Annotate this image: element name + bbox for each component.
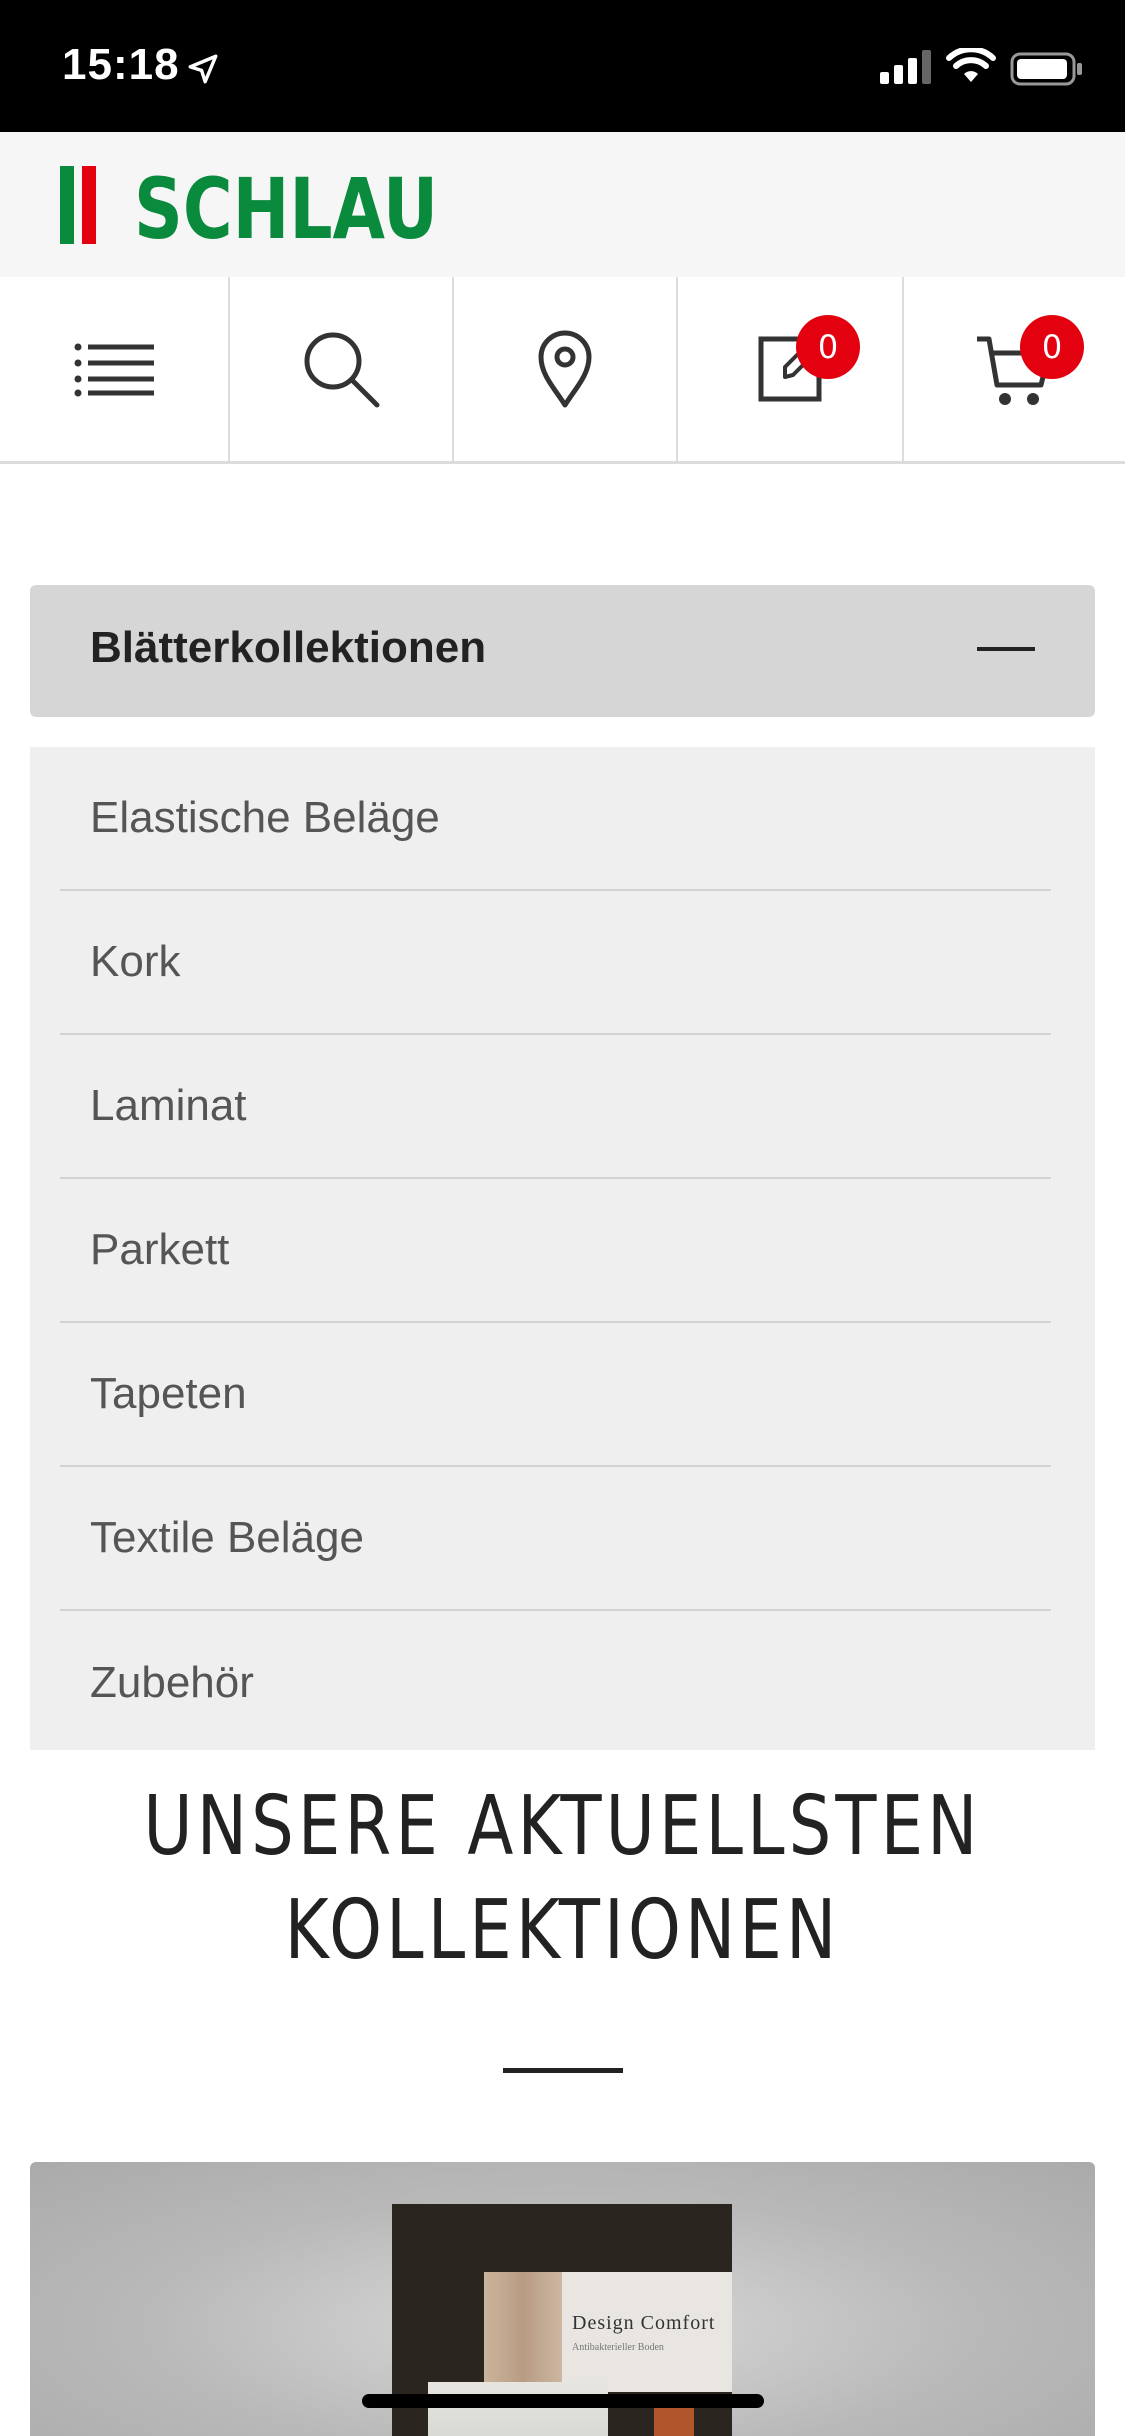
catalog-subtitle: Antibakterieller Boden <box>572 2342 664 2353</box>
store-locator-button[interactable] <box>454 277 678 461</box>
logo-text: SCHLAU <box>134 168 438 244</box>
category-item-kork[interactable]: Kork <box>60 891 1051 1035</box>
category-item-elastische-belaege[interactable]: Elastische Beläge <box>60 747 1051 891</box>
menu-button[interactable] <box>0 277 230 461</box>
location-arrow-icon <box>188 54 218 84</box>
icon-toolbar: 0 0 <box>0 277 1125 464</box>
notepad-badge: 0 <box>796 315 860 379</box>
menu-icon <box>74 343 154 397</box>
battery-icon <box>1010 52 1082 86</box>
cart-badge: 0 <box>1020 315 1084 379</box>
category-item-zubehoer[interactable]: Zubehör <box>60 1611 1051 1755</box>
category-label: Kork <box>90 937 181 986</box>
logo-stripes[interactable] <box>60 166 98 244</box>
category-item-laminat[interactable]: Laminat <box>60 1035 1051 1179</box>
category-label: Textile Beläge <box>90 1513 364 1562</box>
home-indicator[interactable] <box>362 2394 764 2408</box>
section-title-line2: KOLLEKTIONEN <box>284 1883 841 1978</box>
notepad-button[interactable]: 0 <box>678 277 904 461</box>
status-time: 15:18 <box>62 40 180 89</box>
search-button[interactable] <box>230 277 454 461</box>
section-title-line1: UNSERE AKTUELLSTEN <box>143 1779 982 1874</box>
brand-header: SCHLAU <box>0 132 1125 277</box>
catalog-panel: Design Comfort Antibakterieller Boden <box>484 2272 732 2392</box>
search-icon <box>304 332 380 408</box>
room-photo <box>428 2382 608 2436</box>
catalog-title: Design Comfort <box>572 2312 716 2334</box>
status-bar: 15:18 <box>0 0 1125 132</box>
schlau-logo[interactable]: SCHLAU <box>134 168 440 244</box>
category-item-tapeten[interactable]: Tapeten <box>60 1323 1051 1467</box>
collapse-minus-icon[interactable] <box>977 647 1035 651</box>
section-title: UNSERE AKTUELLSTEN KOLLEKTIONEN <box>101 1775 1024 1983</box>
wood-swatch <box>484 2272 562 2392</box>
category-label: Zubehör <box>90 1658 254 1707</box>
cellular-signal-icon <box>880 50 931 84</box>
category-list: Elastische Beläge Kork Laminat Parkett T… <box>30 747 1095 1750</box>
category-label: Parkett <box>90 1225 230 1274</box>
category-label: Elastische Beläge <box>90 793 440 842</box>
category-item-textile-belaege[interactable]: Textile Beläge <box>60 1467 1051 1611</box>
category-label: Tapeten <box>90 1369 247 1418</box>
category-label: Laminat <box>90 1081 247 1130</box>
wifi-icon <box>946 48 996 82</box>
section-divider <box>503 2068 623 2073</box>
accordion-header[interactable]: Blätterkollektionen <box>30 585 1095 717</box>
accordion-title: Blätterkollektionen <box>90 623 487 672</box>
cart-button[interactable]: 0 <box>904 277 1125 461</box>
location-pin-icon <box>538 330 592 408</box>
category-item-parkett[interactable]: Parkett <box>60 1179 1051 1323</box>
